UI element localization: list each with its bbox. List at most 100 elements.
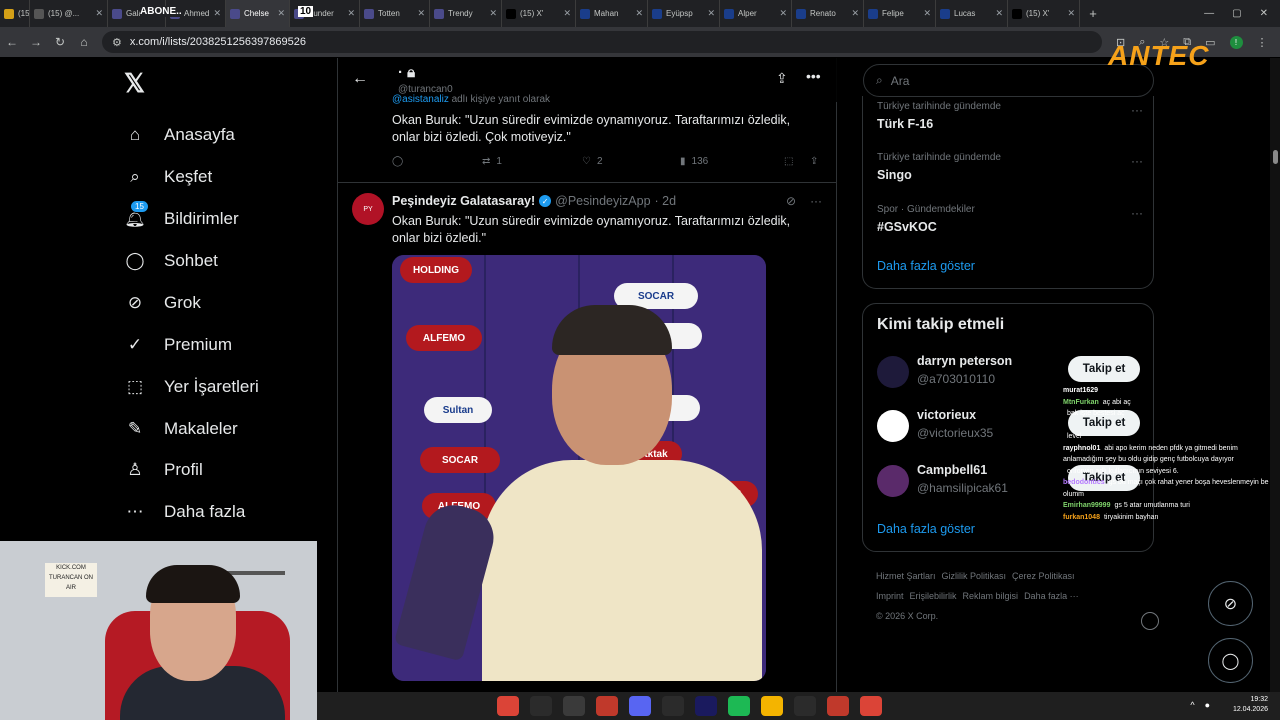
tab-close-icon[interactable]: ✕ xyxy=(1063,8,1075,19)
browser-tab[interactable]: Alper ✕ xyxy=(720,0,792,27)
page-scrollbar[interactable] xyxy=(1270,58,1280,692)
author-handle[interactable]: @PesindeyizApp xyxy=(555,194,650,208)
like-button[interactable]: ♡ 2 xyxy=(582,156,680,167)
sidebar-item-bookmark[interactable]: ⬚ Yer İşaretleri xyxy=(122,366,259,408)
reply-button[interactable]: ◯ xyxy=(392,156,482,167)
browser-tab[interactable]: Lucas ✕ xyxy=(936,0,1008,27)
tweet-avatar[interactable]: PY xyxy=(352,193,384,225)
browser-tab[interactable]: Felipe ✕ xyxy=(864,0,936,27)
browser-tab[interactable]: (15) xyxy=(0,0,30,27)
retweet-button[interactable]: ⇄ 1 xyxy=(482,156,582,167)
browser-menu-icon[interactable]: ⋮ xyxy=(1257,36,1268,49)
chrome-icon[interactable] xyxy=(497,696,519,716)
url-field[interactable]: ⚙ x.com/i/lists/2038251256397869526 xyxy=(102,31,1102,53)
maximize-icon[interactable]: ▢ xyxy=(1232,8,1241,19)
trend-item[interactable]: Spor · Gündemdekiler #GSvKOC xyxy=(877,204,975,234)
capcut-icon[interactable] xyxy=(662,696,684,716)
trend-more-icon[interactable]: ··· xyxy=(1131,154,1143,168)
share-icon[interactable]: ⇪ xyxy=(776,70,788,87)
discord-icon[interactable] xyxy=(629,696,651,716)
tab-close-icon[interactable]: ✕ xyxy=(485,8,497,19)
browser-tab[interactable]: Renato ✕ xyxy=(792,0,864,27)
footer-link[interactable]: Gizlilik Politikası xyxy=(942,571,1007,581)
suggestion-name[interactable]: darryn peterson xyxy=(917,354,1012,368)
avatar[interactable] xyxy=(877,356,909,388)
tab-close-icon[interactable]: ✕ xyxy=(703,8,715,19)
minimize-icon[interactable]: — xyxy=(1204,8,1214,19)
tweet-time[interactable]: · 2d xyxy=(655,194,677,208)
forward-arrow-icon[interactable]: → xyxy=(24,35,48,49)
browser-tab[interactable]: Trendy ✕ xyxy=(430,0,502,27)
browser-tab[interactable]: Totten ✕ xyxy=(360,0,430,27)
sidebar-item-chat[interactable]: ◯ Sohbet xyxy=(122,240,217,282)
show-more-trends-link[interactable]: Daha fazla göster xyxy=(877,259,975,273)
tab-close-icon[interactable]: ✕ xyxy=(775,8,787,19)
sidebar-item-search[interactable]: ⌕ Keşfet xyxy=(122,156,212,198)
browser-tab[interactable]: (15) X' ✕ xyxy=(502,0,576,27)
close-window-icon[interactable]: ✕ xyxy=(1260,8,1268,19)
tab-close-icon[interactable]: ✕ xyxy=(413,8,425,19)
browser-tab[interactable]: Chelse ✕ xyxy=(226,0,290,27)
browser-tab[interactable]: (15) X' ✕ xyxy=(1008,0,1080,27)
messages-fab-button[interactable]: ◯ xyxy=(1208,638,1253,683)
tab-close-icon[interactable]: ✕ xyxy=(559,8,571,19)
browser-tab[interactable]: Mahan ✕ xyxy=(576,0,648,27)
app-icon[interactable] xyxy=(596,696,618,716)
share-button[interactable]: ⇪ xyxy=(810,156,818,167)
tab-close-icon[interactable]: ✕ xyxy=(91,8,103,19)
tab-close-icon[interactable]: ✕ xyxy=(631,8,643,19)
grok-fab-button[interactable]: ⊘ xyxy=(1208,581,1253,626)
chevron-up-icon[interactable]: ^ xyxy=(1190,700,1194,710)
sidebar-item-articles[interactable]: ✎ Makaleler xyxy=(122,408,238,450)
follow-button[interactable]: Takip et xyxy=(1068,356,1140,382)
suggestion-name[interactable]: Campbell61 xyxy=(917,463,987,477)
obs-icon[interactable] xyxy=(563,696,585,716)
folder-icon[interactable] xyxy=(761,696,783,716)
tab-close-icon[interactable]: ✕ xyxy=(847,8,859,19)
trend-more-icon[interactable]: ··· xyxy=(1131,206,1143,220)
sidebar-item-premium[interactable]: ✓ Premium xyxy=(122,324,232,366)
reload-icon[interactable]: ↻ xyxy=(48,35,72,49)
trend-item[interactable]: Türkiye tarihinde gündemde Türk F-16 xyxy=(877,101,1001,131)
footer-link[interactable]: Çerez Politikası xyxy=(1012,571,1075,581)
reply-mention-link[interactable]: @asistanaliz xyxy=(392,94,449,105)
footer-link[interactable]: Hizmet Şartları xyxy=(876,571,936,581)
taskbar-clock[interactable]: 19:32 12.04.2026 xyxy=(1233,695,1268,715)
author-name[interactable]: Peşindeyiz Galatasaray! xyxy=(392,194,535,208)
sidebar-item-grok[interactable]: ⊘ Grok xyxy=(122,282,201,324)
tab-close-icon[interactable]: ✕ xyxy=(343,8,355,19)
avatar[interactable] xyxy=(877,465,909,497)
home-page-icon[interactable]: ⌂ xyxy=(72,35,96,49)
chrome-icon[interactable] xyxy=(860,696,882,716)
tab-close-icon[interactable]: ✕ xyxy=(991,8,1003,19)
trend-item[interactable]: Türkiye tarihinde gündemde Singo xyxy=(877,152,1001,182)
avatar[interactable] xyxy=(877,410,909,442)
show-more-follow-link[interactable]: Daha fazla göster xyxy=(877,522,975,536)
site-info-icon[interactable]: ⚙ xyxy=(112,36,122,49)
footer-link[interactable]: Erişilebilirlik xyxy=(910,591,957,601)
browser-tab[interactable]: Eyüpsp ✕ xyxy=(648,0,720,27)
bookmark-button[interactable]: ⬚ xyxy=(784,156,810,167)
sidebar-item-profile[interactable]: ♙ Profil xyxy=(122,449,202,491)
tweet-video[interactable]: HOLDINGSOCARALFEMOPASIFIK HOLDINGSultanT… xyxy=(392,255,766,681)
suggestion-name[interactable]: victorieux xyxy=(917,408,976,422)
tab-close-icon[interactable]: ✕ xyxy=(273,8,285,19)
footer-link[interactable]: Reklam bilgisi xyxy=(963,591,1019,601)
sidebar-item-more[interactable]: ⋯ Daha fazla xyxy=(122,491,246,533)
spotify-icon[interactable] xyxy=(728,696,750,716)
capcut-icon[interactable] xyxy=(530,696,552,716)
tab-close-icon[interactable]: ✕ xyxy=(919,8,931,19)
footer-link[interactable]: Imprint xyxy=(876,591,904,601)
browser-tab[interactable]: (15) @... ✕ xyxy=(30,0,108,27)
views-button[interactable]: ▮ 136 xyxy=(680,156,784,167)
microphone-icon[interactable]: ● xyxy=(1205,700,1210,710)
premiere-icon[interactable] xyxy=(695,696,717,716)
back-arrow-icon[interactable]: ← xyxy=(352,70,368,88)
footer-link[interactable]: Daha fazla ··· xyxy=(1024,591,1079,601)
more-options-icon[interactable]: ··· xyxy=(810,194,822,208)
back-arrow-icon[interactable]: ← xyxy=(0,35,24,49)
sidebar-item-bell[interactable]: 🔔︎ 15 Bildirimler xyxy=(122,198,239,240)
tab-close-icon[interactable]: ✕ xyxy=(209,8,221,19)
x-logo-icon[interactable]: 𝕏 xyxy=(124,68,145,99)
new-tab-button[interactable]: + xyxy=(1080,6,1106,21)
